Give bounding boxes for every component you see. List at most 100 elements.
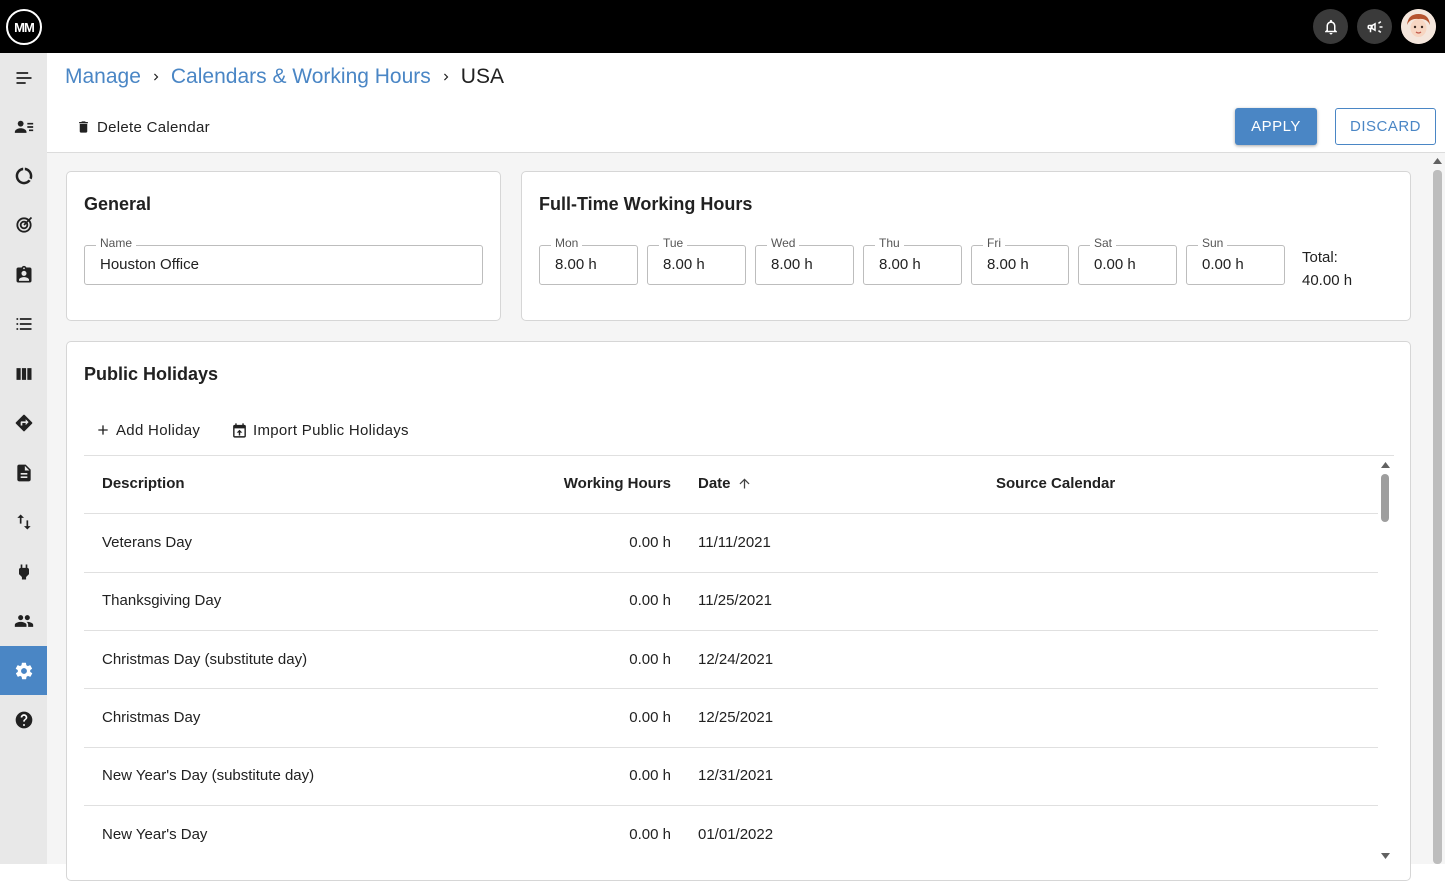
table-scroll-down-icon[interactable] xyxy=(1380,852,1391,861)
general-title: General xyxy=(84,194,152,214)
row-hours: 0.00 h xyxy=(629,767,671,784)
column-header-description[interactable]: Description xyxy=(102,475,185,492)
name-field-value: Houston Office xyxy=(100,256,199,273)
announcements-button[interactable] xyxy=(1357,9,1392,44)
delete-calendar-label: Delete Calendar xyxy=(97,118,210,136)
sidebar-item-transfers[interactable] xyxy=(0,497,47,546)
row-hours: 0.00 h xyxy=(629,592,671,609)
discard-button[interactable]: DISCARD xyxy=(1335,108,1436,145)
breadcrumb-calendars[interactable]: Calendars & Working Hours xyxy=(171,65,431,89)
hours-field-sun[interactable]: Sun 0.00 h xyxy=(1186,236,1285,285)
table-row-divider xyxy=(84,747,1378,748)
sidebar-menu-toggle[interactable] xyxy=(0,53,47,102)
day-label: Sat xyxy=(1090,236,1117,250)
total-hours: Total: 40.00 h xyxy=(1302,246,1352,292)
row-description: New Year's Day (substitute day) xyxy=(102,767,315,784)
sidebar-item-contacts[interactable] xyxy=(0,102,47,151)
table-row-divider xyxy=(84,572,1378,573)
table-scroll-thumb[interactable] xyxy=(1381,474,1389,522)
row-description: Christmas Day xyxy=(102,709,201,726)
total-label: Total: xyxy=(1302,249,1338,266)
delete-calendar-button[interactable]: Delete Calendar xyxy=(76,116,210,138)
sidebar xyxy=(0,53,47,864)
trash-icon xyxy=(79,121,88,133)
hours-field-tue[interactable]: Tue 8.00 h xyxy=(647,236,746,285)
chevron-right-icon xyxy=(149,70,163,84)
hours-field-thu[interactable]: Thu 8.00 h xyxy=(863,236,962,285)
megaphone-icon xyxy=(1367,20,1382,33)
column-header-source-calendar[interactable]: Source Calendar xyxy=(996,475,1115,492)
sidebar-item-assignments[interactable] xyxy=(0,250,47,299)
sidebar-item-users[interactable] xyxy=(0,596,47,645)
row-description: New Year's Day xyxy=(102,826,208,843)
import-holidays-label: Import Public Holidays xyxy=(253,421,409,439)
header-divider xyxy=(84,513,1378,514)
day-label: Sun xyxy=(1198,236,1228,250)
row-description: Christmas Day (substitute day) xyxy=(102,651,308,668)
sidebar-item-documents[interactable] xyxy=(0,448,47,497)
day-value: 8.00 h xyxy=(879,256,921,273)
row-date: 11/11/2021 xyxy=(698,534,771,551)
import-holidays-button[interactable]: Import Public Holidays xyxy=(231,420,409,440)
app-logo[interactable]: MM xyxy=(6,9,42,45)
sidebar-item-routing[interactable] xyxy=(0,398,47,447)
row-date: 12/31/2021 xyxy=(698,767,774,784)
clipboard-user-icon xyxy=(16,265,31,282)
hours-field-mon[interactable]: Mon 8.00 h xyxy=(539,236,638,285)
hours-field-sat[interactable]: Sat 0.00 h xyxy=(1078,236,1177,285)
row-hours: 0.00 h xyxy=(629,826,671,843)
column-header-date[interactable]: Date xyxy=(698,475,752,492)
table-top-line xyxy=(84,455,1394,456)
sidebar-item-goals[interactable] xyxy=(0,200,47,249)
sort-ascending-icon xyxy=(739,478,750,489)
day-value: 0.00 h xyxy=(1202,256,1244,273)
user-avatar[interactable] xyxy=(1401,9,1436,44)
working-hours-title: Full-Time Working Hours xyxy=(539,194,753,214)
add-holiday-label: Add Holiday xyxy=(116,421,201,439)
day-label: Thu xyxy=(875,236,904,250)
bell-icon xyxy=(1324,19,1337,34)
breadcrumb-current: USA xyxy=(460,65,504,88)
donut-chart-icon xyxy=(15,167,32,184)
notifications-button[interactable] xyxy=(1313,9,1348,44)
swap-vertical-icon xyxy=(16,514,31,529)
day-value: 8.00 h xyxy=(771,256,813,273)
hours-field-wed[interactable]: Wed 8.00 h xyxy=(755,236,854,285)
breadcrumb-manage[interactable]: Manage xyxy=(65,65,141,89)
contact-list-icon xyxy=(14,120,33,133)
sidebar-item-help[interactable] xyxy=(0,695,47,744)
gear-icon xyxy=(15,662,32,679)
total-value: 40.00 h xyxy=(1302,272,1353,289)
apply-button[interactable]: APPLY xyxy=(1235,108,1317,145)
table-scroll-up-icon[interactable] xyxy=(1380,460,1391,469)
target-icon xyxy=(15,216,32,233)
hours-field-fri[interactable]: Fri 8.00 h xyxy=(971,236,1069,285)
plug-icon xyxy=(18,564,29,579)
columns-icon xyxy=(16,367,31,380)
top-bar: MM xyxy=(0,0,1445,53)
day-value: 0.00 h xyxy=(1094,256,1136,273)
sidebar-item-board[interactable] xyxy=(0,349,47,398)
name-field[interactable]: Name Houston Office xyxy=(84,236,483,285)
day-value: 8.00 h xyxy=(555,256,597,273)
table-row-divider xyxy=(84,630,1378,631)
sidebar-item-settings[interactable] xyxy=(0,646,47,695)
add-holiday-button[interactable]: Add Holiday xyxy=(95,420,200,440)
row-hours: 0.00 h xyxy=(629,651,671,668)
public-holidays-title: Public Holidays xyxy=(84,364,219,384)
chevron-right-icon xyxy=(439,70,453,84)
breadcrumb: Manage Calendars & Working Hours USA xyxy=(65,62,504,92)
day-label: Wed xyxy=(767,236,800,250)
date-header-label: Date xyxy=(698,475,731,492)
day-label: Tue xyxy=(659,236,688,250)
table-row-divider xyxy=(84,805,1378,806)
sidebar-item-integrations[interactable] xyxy=(0,547,47,596)
sidebar-item-dashboard[interactable] xyxy=(0,151,47,200)
document-icon xyxy=(16,464,31,481)
day-label: Fri xyxy=(983,236,1005,250)
plus-icon xyxy=(98,425,108,435)
page-scroll-up-icon[interactable] xyxy=(1432,156,1443,165)
column-header-working-hours[interactable]: Working Hours xyxy=(520,475,671,492)
page-scrollbar[interactable] xyxy=(1433,170,1442,864)
sidebar-item-list[interactable] xyxy=(0,299,47,348)
